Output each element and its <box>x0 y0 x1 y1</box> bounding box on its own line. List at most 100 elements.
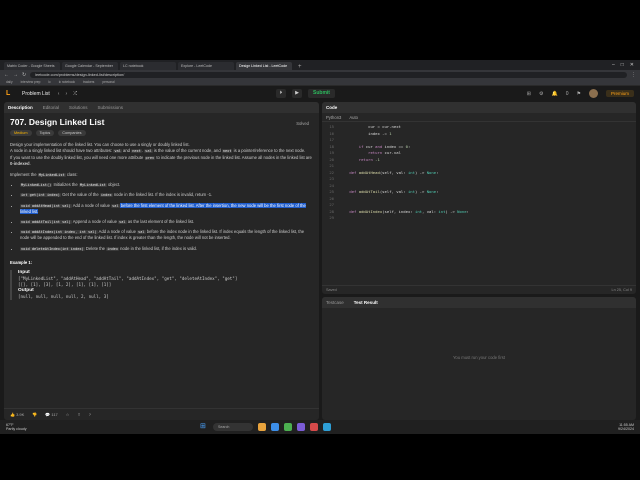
code-line: 29 <box>322 215 636 222</box>
saved-status: Saved <box>326 288 337 292</box>
line-number: 29 <box>329 215 334 220</box>
forward-icon[interactable]: → <box>13 72 18 78</box>
flag-icon[interactable]: ⚑ <box>577 91 581 97</box>
debug-icon[interactable]: ⏵ <box>276 89 286 98</box>
share-icon[interactable]: ⇪ <box>77 412 80 417</box>
weather-widget[interactable]: 67°F Partly cloudy <box>6 423 27 431</box>
file-explorer-icon[interactable] <box>258 423 266 431</box>
tab-description[interactable]: Description <box>8 105 33 110</box>
leetcode-header: L Problem List ‹ › ⤮ ⏵ ▶ Submit ⊞ ⚙ 🔔 0 … <box>0 86 640 101</box>
list-item: void deleteAtIndex(int index) Delete the… <box>20 246 313 252</box>
topics-badge[interactable]: Topics <box>35 130 55 137</box>
problem-description: 707. Design Linked List Medium Topics Co… <box>4 113 319 306</box>
help-icon[interactable]: ? <box>89 412 91 417</box>
avatar[interactable] <box>588 89 598 98</box>
next-problem-icon[interactable]: › <box>65 91 67 97</box>
list-item: MyLinkedList() Initializes the MyLinkedL… <box>20 182 313 188</box>
browser-menu-icon[interactable]: ⋮ <box>631 72 636 78</box>
url-input[interactable]: leetcode.com/problems/design-linked-list… <box>30 71 627 78</box>
description-tabs: Description Editorial Solutions Submissi… <box>4 102 319 113</box>
star-icon[interactable]: ☆ <box>66 412 70 417</box>
example-title: Example 1: <box>10 259 33 265</box>
random-problem-icon[interactable]: ⤮ <box>73 91 77 97</box>
tab-test-result[interactable]: Test Result <box>354 300 378 305</box>
run-icon[interactable]: ▶ <box>292 89 302 98</box>
app-icon[interactable] <box>310 423 318 431</box>
companies-badge[interactable]: Companies <box>58 130 86 137</box>
notification-icon[interactable]: 🔔 <box>551 91 557 97</box>
settings-icon[interactable]: ⚙ <box>539 91 543 97</box>
code-tabs: Code <box>322 102 636 113</box>
problem-list-link[interactable]: Problem List <box>22 91 50 97</box>
method-list: MyLinkedList() Initializes the MyLinkedL… <box>10 182 313 252</box>
output-line: [null, null, null, null, 2, null, 3] <box>18 294 109 300</box>
app-icon[interactable] <box>297 423 305 431</box>
example-box: Input ["MyLinkedList", "addAtHead", "add… <box>10 270 313 301</box>
bookmark[interactable]: interview prep <box>21 80 41 84</box>
result-panel: Testcase Test Result You must run your c… <box>322 297 636 420</box>
tab-code[interactable]: Code <box>326 105 337 110</box>
code-toolbar: Python3 Auto <box>322 113 636 122</box>
code-panel: Code Python3 Auto 15 cur = cur.next 16 in… <box>322 102 636 294</box>
bookmark[interactable]: personal <box>102 80 114 84</box>
comments-button[interactable]: 💬 117 <box>45 412 57 417</box>
minimize-icon[interactable]: – <box>612 62 615 68</box>
premium-button[interactable]: Premium <box>605 90 634 97</box>
tab-testcase[interactable]: Testcase <box>326 300 344 305</box>
browser-tab[interactable]: LC notebook <box>120 62 176 70</box>
code-text: index -= 1 <box>340 130 392 136</box>
browser-tab[interactable]: Explore - LeetCode <box>178 62 234 70</box>
dislike-button[interactable]: 👎 <box>32 412 37 417</box>
bookmarks-bar: daily interview prep lc lc notebook trac… <box>0 79 640 86</box>
list-item: void addAtTail(int val) Append a node of… <box>20 219 313 225</box>
intro-paragraph: Design your implementation of the linked… <box>10 142 312 166</box>
code-editor[interactable]: 15 cur = cur.next 16 index -= 1 17 18 if cu… <box>322 122 636 222</box>
difficulty-badge: Medium <box>10 130 32 137</box>
prev-problem-icon[interactable]: ‹ <box>58 91 60 97</box>
edge-icon[interactable] <box>271 423 279 431</box>
tab-solutions[interactable]: Solutions <box>69 105 88 110</box>
list-item: void addAtHead(int val) Add a node of va… <box>20 202 313 215</box>
app-icon[interactable] <box>323 423 331 431</box>
bookmark[interactable]: lc notebook <box>59 80 75 84</box>
taskbar: 67°F Partly cloudy ⊞ Search 11:55 AM 9/2… <box>0 420 640 434</box>
bookmark[interactable]: lc <box>48 80 50 84</box>
chrome-icon[interactable] <box>284 423 292 431</box>
solved-status: Solved <box>296 121 309 126</box>
tab-editorial[interactable]: Editorial <box>43 105 59 110</box>
browser-tab-active[interactable]: Design Linked List - LeetCode <box>236 62 292 70</box>
empty-result-message: You must run your code first <box>453 355 505 360</box>
cursor-position: Ln 25, Col 9 <box>611 288 632 292</box>
code-text: def addAtHead(self, val: int) -> None: <box>349 169 439 175</box>
close-icon[interactable]: ✕ <box>630 62 634 68</box>
layout-icon[interactable]: ⊞ <box>527 91 531 97</box>
reload-icon[interactable]: ↻ <box>22 72 26 78</box>
leetcode-logo-icon[interactable]: L <box>6 90 14 98</box>
bookmark[interactable]: daily <box>6 80 13 84</box>
taskbar-search-input[interactable]: Search <box>213 423 253 431</box>
submit-button[interactable]: Submit <box>308 89 335 98</box>
browser-tab-bar: Matrix Coder - Google Sheets Google Cale… <box>0 60 640 70</box>
browser-tab[interactable]: Matrix Coder - Google Sheets <box>4 62 60 70</box>
code-text: return -1 <box>358 156 380 162</box>
tab-submissions[interactable]: Submissions <box>98 105 124 110</box>
result-tabs: Testcase Test Result <box>322 297 636 308</box>
bookmark[interactable]: trackers <box>83 80 94 84</box>
list-item: void addAtIndex(int index, int val) Add … <box>20 229 313 241</box>
problem-title: 707. Design Linked List <box>10 117 105 127</box>
browser-tab[interactable]: Google Calendar - September <box>62 62 118 70</box>
windows-start-icon[interactable]: ⊞ <box>200 423 208 431</box>
maximize-icon[interactable]: □ <box>621 62 624 68</box>
address-bar: ← → ↻ leetcode.com/problems/design-linke… <box>0 70 640 79</box>
code-text: def addAtTail(self, val: int) -> None: <box>349 189 439 194</box>
description-footer: 👍 3.9K 👎 💬 117 ☆ ⇪ ? <box>4 408 319 420</box>
screen: Matrix Coder - Google Sheets Google Cale… <box>0 60 640 420</box>
code-text: def addAtIndex(self, index: int, val: in… <box>349 208 469 214</box>
system-clock[interactable]: 11:55 AM 9/24/2024 <box>618 423 634 432</box>
back-icon[interactable]: ← <box>4 72 9 78</box>
mode-select[interactable]: Auto <box>349 115 358 120</box>
streak-count[interactable]: 0 <box>566 91 569 97</box>
like-button[interactable]: 👍 3.9K <box>10 412 24 417</box>
language-select[interactable]: Python3 <box>326 115 341 120</box>
list-item: int get(int index) Get the value of the … <box>20 192 313 198</box>
